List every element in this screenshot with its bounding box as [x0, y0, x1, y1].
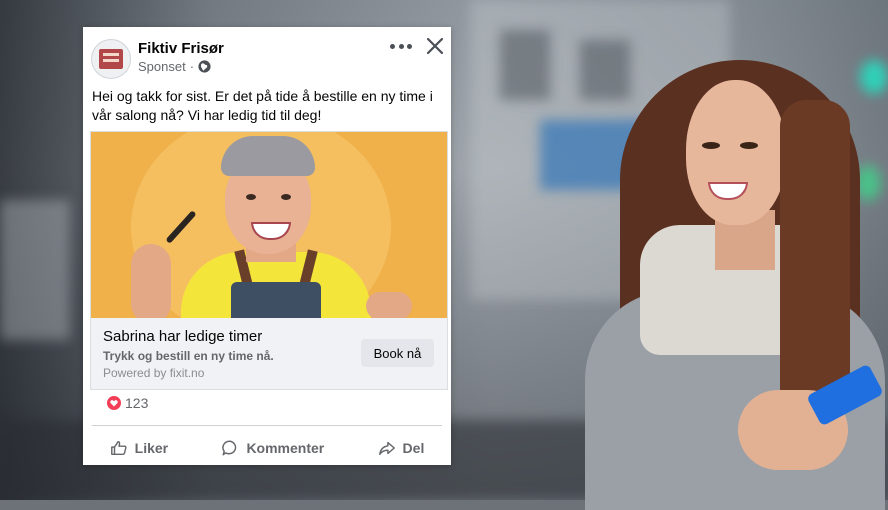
dot-separator: ·	[189, 59, 195, 74]
post-actions: Liker Kommenter Del	[83, 432, 451, 464]
ad-creative[interactable]: Sabrina har ledige timer Trykk og bestil…	[90, 131, 448, 390]
ad-cta-area[interactable]: Sabrina har ledige timer Trykk og bestil…	[91, 318, 447, 389]
comment-button[interactable]: Kommenter	[221, 439, 324, 457]
sponsored-label: Sponset ·	[138, 59, 211, 74]
reaction-count: 123	[125, 395, 149, 411]
close-icon[interactable]	[425, 36, 445, 56]
more-options-icon[interactable]	[390, 37, 412, 55]
comment-label: Kommenter	[246, 440, 325, 456]
powered-by-text: Powered by fixit.no	[103, 366, 205, 380]
sponsored-text: Sponset	[138, 59, 186, 74]
reaction-summary[interactable]: 123	[107, 395, 148, 411]
share-label: Del	[402, 440, 425, 456]
share-button[interactable]: Del	[378, 439, 425, 457]
like-label: Liker	[134, 440, 169, 456]
heart-icon	[107, 396, 121, 410]
ad-headline: Sabrina har ledige timer	[103, 328, 263, 345]
globe-icon	[198, 60, 211, 73]
page-name[interactable]: Fiktiv Frisør	[138, 40, 224, 57]
share-icon	[378, 441, 395, 456]
post-header: Fiktiv Frisør Sponset ·	[83, 27, 451, 83]
sponsored-post-card: Fiktiv Frisør Sponset · Hei og takk for …	[83, 27, 451, 465]
ad-description: Trykk og bestill en ny time nå.	[103, 349, 274, 363]
post-text: Hei og takk for sist. Er det på tide å b…	[92, 88, 433, 123]
ad-image[interactable]	[91, 132, 447, 318]
divider	[92, 425, 442, 426]
book-now-button[interactable]: Book nå	[361, 339, 434, 367]
comment-icon	[222, 440, 237, 456]
like-button[interactable]: Liker	[110, 439, 168, 457]
page-avatar[interactable]	[91, 39, 131, 79]
thumbs-up-icon	[110, 440, 127, 456]
